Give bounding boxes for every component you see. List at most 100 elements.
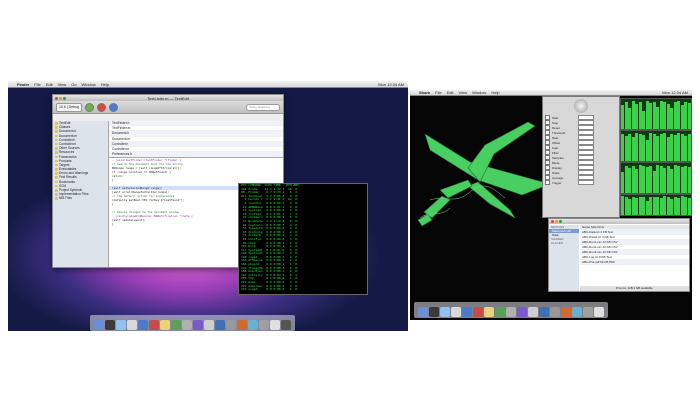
dock-app-icon[interactable] [440, 307, 450, 317]
dock-app-icon[interactable] [270, 320, 280, 330]
dock-app-icon[interactable] [138, 320, 148, 330]
right-dock [414, 302, 608, 318]
file-row[interactable]: ABC-Plot.pdf 96 KB PDF [580, 260, 689, 265]
control-label: Samples [552, 155, 564, 160]
level-meter [620, 130, 692, 162]
dock-app-icon[interactable] [561, 307, 571, 317]
dock-app-icon[interactable] [160, 320, 170, 330]
menu-item-view[interactable]: View [58, 82, 67, 87]
xcode-titlebar[interactable]: TextLister.m — TextEdit [53, 95, 283, 101]
file-list-table: TextFinder.h TextFinder.m Document.h Doc… [109, 121, 283, 163]
dock-app-icon[interactable] [116, 320, 126, 330]
info-icon[interactable] [108, 102, 118, 112]
menu-item-finder[interactable]: Finder [17, 82, 29, 87]
control-row: Trigger [543, 180, 619, 185]
control-label: Start [552, 115, 559, 120]
dock-app-icon[interactable] [105, 320, 115, 330]
finder-sidebar-heading: PLACES [551, 241, 563, 245]
model-ribbon [439, 179, 473, 199]
menu-item-window[interactable]: Window [82, 82, 96, 87]
dock-app-icon[interactable] [226, 320, 236, 330]
dock-app-icon[interactable] [171, 320, 181, 330]
control-checkbox[interactable] [545, 180, 550, 185]
window-title: TextLister.m — TextEdit [147, 95, 189, 101]
dock-app-icon[interactable] [451, 307, 461, 317]
menu-item-shark[interactable]: Shark [419, 90, 430, 95]
level-meter [620, 194, 692, 216]
dock-app-icon[interactable] [462, 307, 472, 317]
control-label: Offset [552, 140, 560, 145]
dock-app-icon[interactable] [528, 307, 538, 317]
dock-app-icon[interactable] [237, 320, 247, 330]
dock-app-icon[interactable] [473, 307, 483, 317]
control-label: Rate [552, 135, 559, 140]
menu-item-edit[interactable]: Edit [447, 90, 454, 95]
right-desktop-screen: Shark File Edit View Window Help Mon 12:… [410, 90, 692, 320]
dock-app-icon[interactable] [572, 307, 582, 317]
dock-app-icon[interactable] [248, 320, 258, 330]
scheme-popup[interactable]: 10.6 | Debug [56, 102, 82, 112]
dock-app-icon[interactable] [594, 307, 604, 317]
zoom-icon[interactable] [559, 220, 562, 223]
left-desktop-screen: Finder File Edit View Go Window Help Mon… [8, 81, 408, 331]
status-gauge-icon [574, 99, 588, 113]
control-label: Trigger [552, 180, 562, 185]
dock-app-icon[interactable] [484, 307, 494, 317]
finder-window: DEVICES Macintosh HD iDisk SHARED PLACES… [548, 218, 690, 292]
menubar-clock[interactable]: Mon 12:34 AM [378, 82, 408, 87]
control-label: Reset [552, 125, 560, 130]
menu-item-view[interactable]: View [458, 90, 467, 95]
finder-titlebar[interactable] [549, 219, 689, 224]
control-label: Gain [552, 145, 559, 150]
menu-item-window[interactable]: Window [472, 90, 486, 95]
dock-app-icon[interactable] [550, 307, 560, 317]
sidebar-item[interactable]: NIB Files [53, 196, 108, 200]
control-field[interactable] [578, 180, 594, 185]
menu-item-help[interactable]: Help [491, 90, 499, 95]
xcode-toolbar: 10.6 | Debug String Matching [53, 101, 283, 114]
menu-item-file[interactable]: File [435, 90, 441, 95]
dock-app-icon[interactable] [94, 320, 104, 330]
dock-app-icon[interactable] [281, 320, 291, 330]
meter-bar [687, 103, 691, 129]
dock-app-icon[interactable] [204, 320, 214, 330]
terminal-line: 233 ocspd 0.0 0:00.0 1 0 [241, 287, 297, 292]
dock-app-icon[interactable] [182, 320, 192, 330]
minimize-icon[interactable] [555, 220, 558, 223]
menu-item-help[interactable]: Help [101, 82, 109, 87]
control-label: Threshold [552, 130, 566, 135]
meter-bar [687, 198, 691, 215]
control-label: Scale [552, 170, 560, 175]
close-icon[interactable] [551, 220, 554, 223]
3d-model-view[interactable] [410, 100, 560, 300]
dock-app-icon[interactable] [418, 307, 428, 317]
dock-app-icon[interactable] [517, 307, 527, 317]
stop-icon[interactable] [96, 102, 106, 112]
dock-app-icon[interactable] [193, 320, 203, 330]
dock-app-icon[interactable] [429, 307, 439, 317]
build-and-go-icon[interactable] [84, 102, 94, 112]
menu-item-go[interactable]: Go [71, 82, 76, 87]
search-input[interactable]: String Matching [246, 103, 280, 111]
menubar-clock[interactable]: Mon 12:34 AM [662, 90, 692, 95]
menu-item-file[interactable]: File [34, 82, 40, 87]
terminal-window[interactable]: PID COMMAND %CPU TIME #TH #WQ 142 Xcode 1… [238, 183, 368, 295]
control-label: Mode [552, 160, 560, 165]
dock-app-icon[interactable] [149, 320, 159, 330]
finder-sidebar: DEVICES Macintosh HD iDisk SHARED PLACES [549, 225, 579, 291]
dock-app-icon[interactable] [215, 320, 225, 330]
level-meter [620, 162, 692, 194]
control-label: Display [552, 165, 562, 170]
dock-app-icon[interactable] [539, 307, 549, 317]
level-meter [620, 98, 692, 130]
dock-app-icon[interactable] [583, 307, 593, 317]
meter-bar [687, 166, 691, 193]
left-dock [90, 315, 295, 331]
dock-app-icon[interactable] [495, 307, 505, 317]
control-label: Average [552, 175, 564, 180]
dock-app-icon[interactable] [506, 307, 516, 317]
menu-item-edit[interactable]: Edit [46, 82, 53, 87]
dock-app-icon[interactable] [127, 320, 137, 330]
dock-app-icon[interactable] [259, 320, 269, 330]
meter-bar [687, 134, 691, 161]
